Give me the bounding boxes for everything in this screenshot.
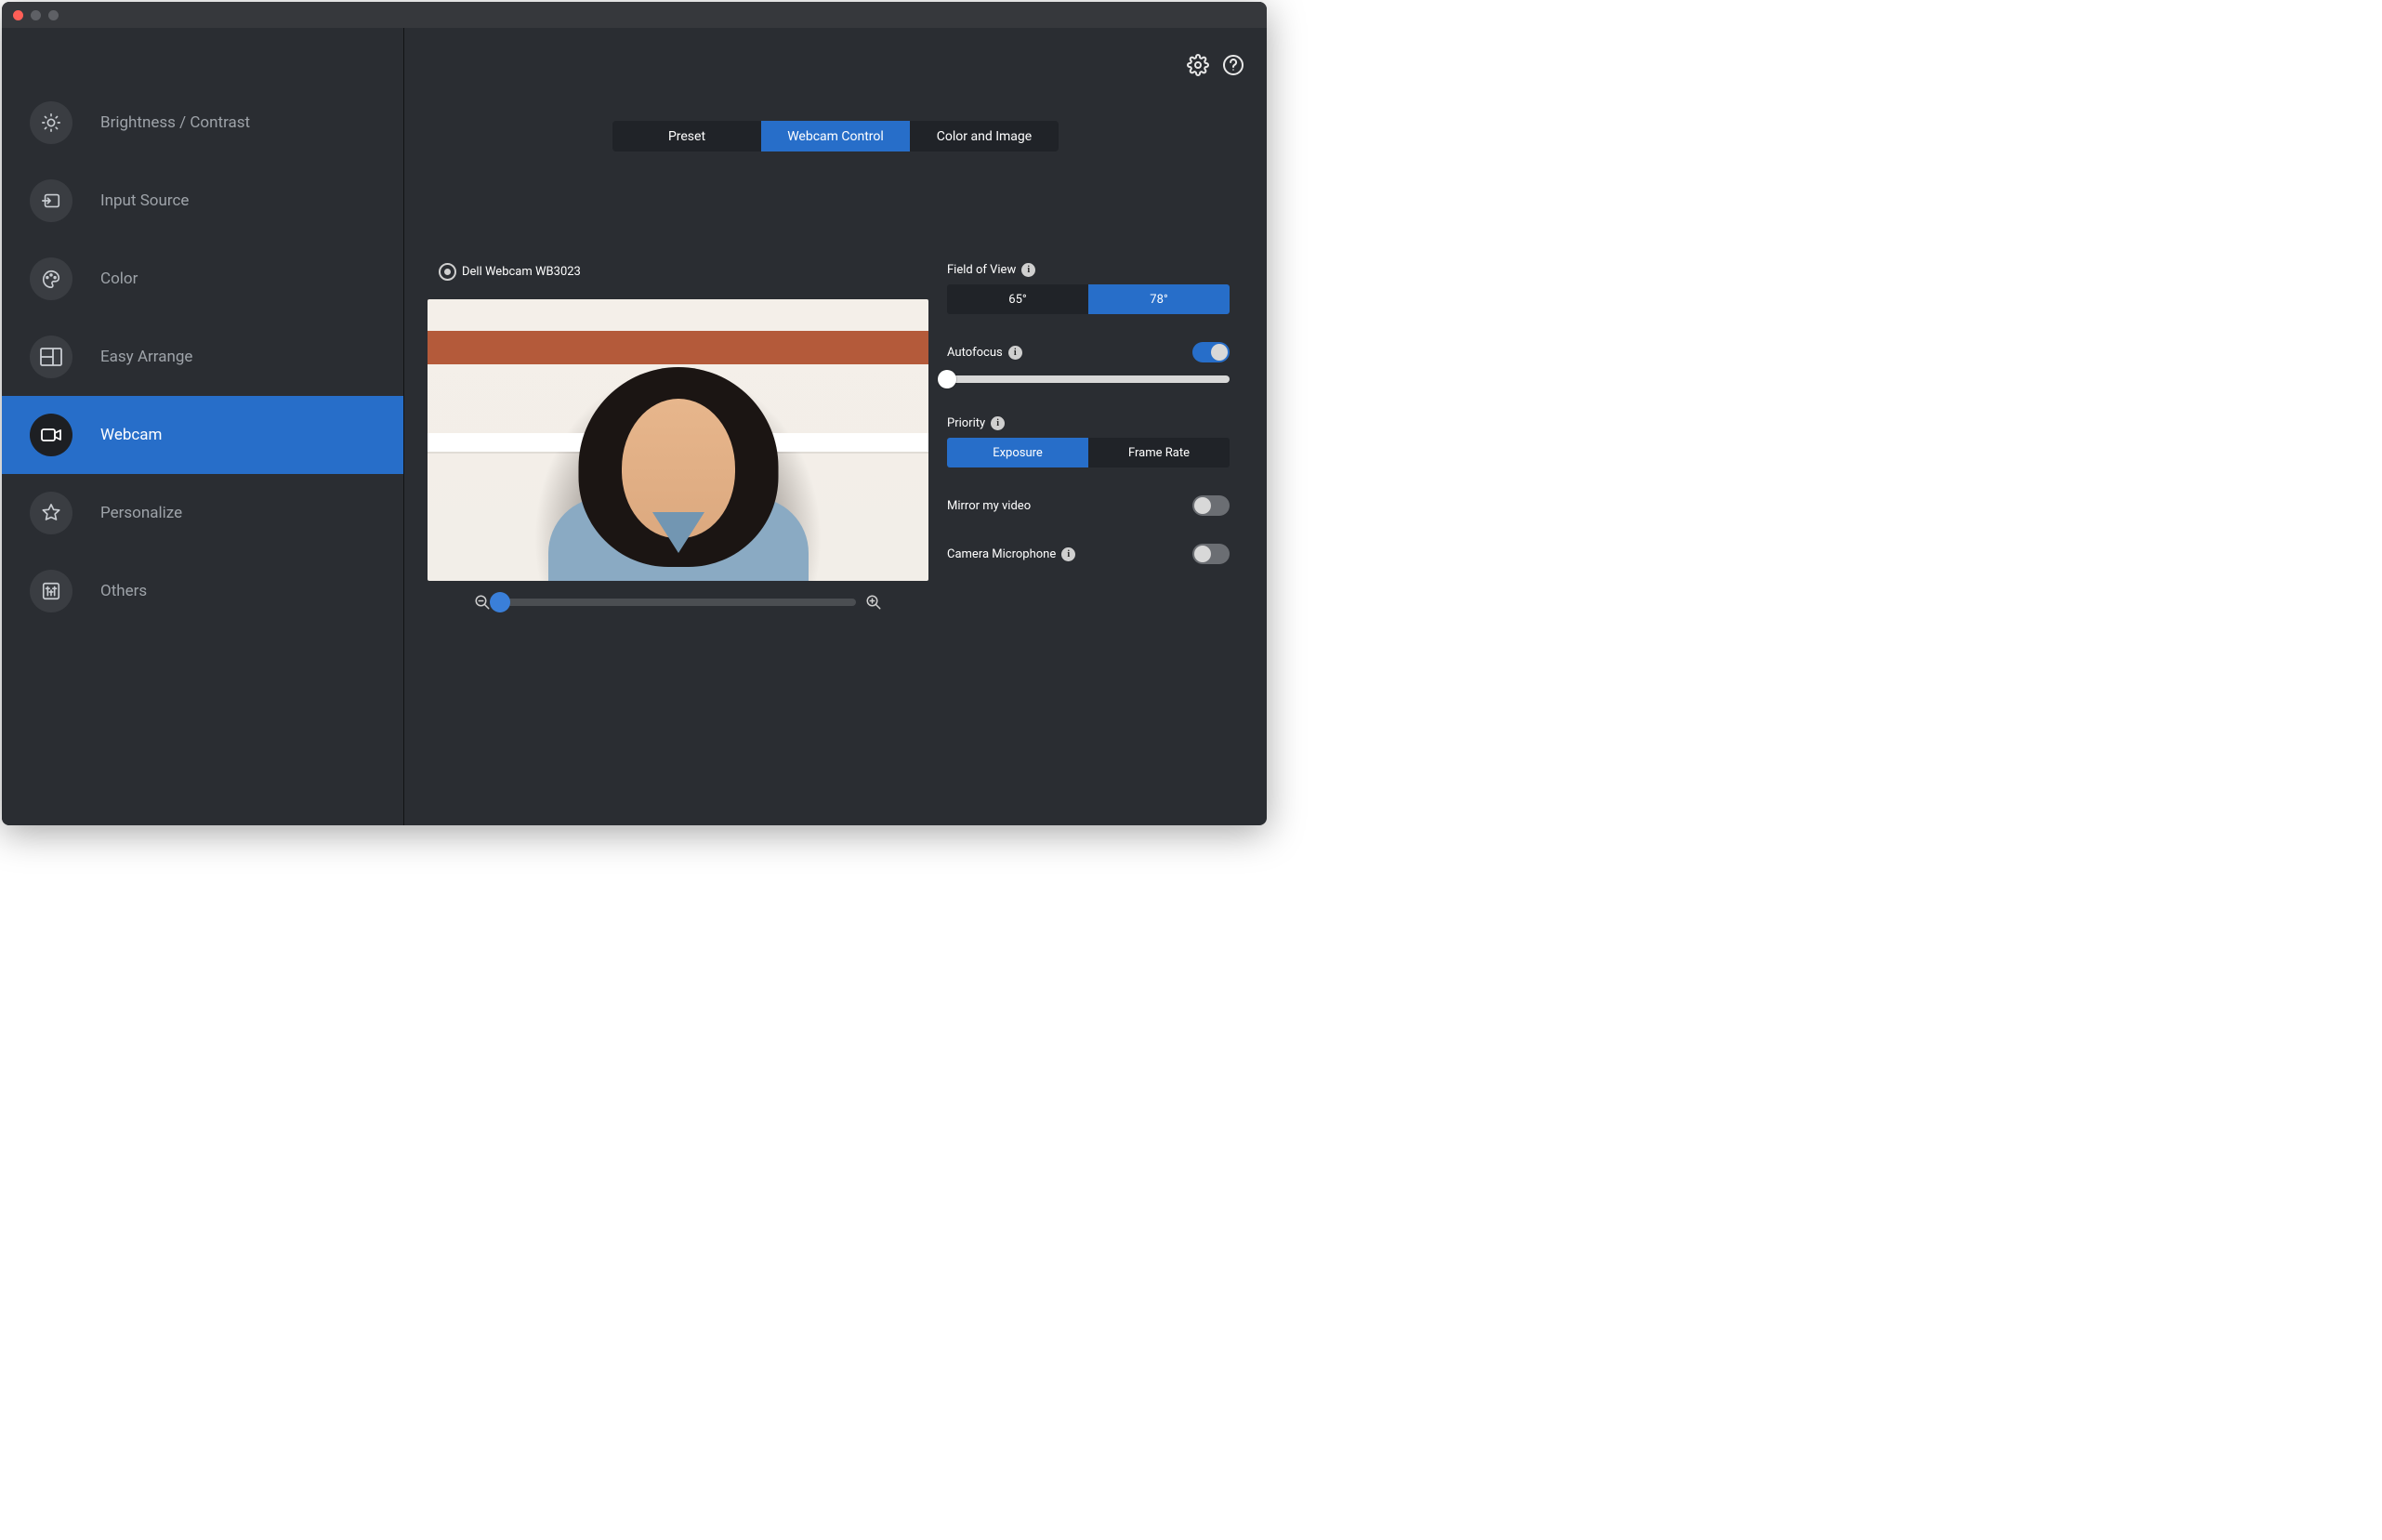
zoom-slider[interactable] <box>500 599 856 606</box>
mic-label-row: Camera Microphone i <box>947 547 1075 561</box>
sidebar-item-label: Input Source <box>100 191 189 210</box>
sidebar-item-label: Easy Arrange <box>100 348 192 366</box>
sidebar-item-label: Color <box>100 270 138 288</box>
others-icon <box>30 570 72 612</box>
sidebar-item-others[interactable]: Others <box>2 552 403 630</box>
sidebar-item-easy-arrange[interactable]: Easy Arrange <box>2 318 403 396</box>
tab-label: Webcam Control <box>787 129 884 144</box>
webcam-tabs: Preset Webcam Control Color and Image <box>612 121 1059 151</box>
priority-label: Priority <box>947 416 985 430</box>
sidebar-item-label: Personalize <box>100 504 182 522</box>
info-icon[interactable]: i <box>991 416 1005 430</box>
tab-preset[interactable]: Preset <box>612 121 761 151</box>
easy-arrange-icon <box>30 336 72 378</box>
camera-preview <box>428 299 928 581</box>
fov-option-78[interactable]: 78° <box>1088 284 1230 314</box>
mirror-toggle[interactable] <box>1192 495 1230 516</box>
input-source-icon <box>30 179 72 222</box>
webcam-icon <box>30 414 72 456</box>
info-icon[interactable]: i <box>1021 263 1035 277</box>
autofocus-label-row: Autofocus i <box>947 346 1022 360</box>
brightness-icon <box>30 101 72 144</box>
priority-option-frame-rate[interactable]: Frame Rate <box>1088 438 1230 467</box>
zoom-slider-row <box>428 594 928 611</box>
tab-label: Color and Image <box>937 129 1032 144</box>
fov-segmented: 65° 78° <box>947 284 1230 314</box>
tab-color-and-image[interactable]: Color and Image <box>910 121 1059 151</box>
settings-button[interactable] <box>1185 52 1211 78</box>
topbar <box>404 28 1267 102</box>
sidebar: Brightness / Contrast Input Source Color… <box>2 28 404 825</box>
info-icon[interactable]: i <box>1061 547 1075 561</box>
titlebar <box>2 2 1267 28</box>
tab-label: Preset <box>668 129 705 144</box>
priority-option-exposure[interactable]: Exposure <box>947 438 1088 467</box>
window-close-button[interactable] <box>13 10 23 20</box>
main-pane: Preset Webcam Control Color and Image De… <box>404 28 1267 825</box>
zoom-in-icon[interactable] <box>865 594 882 611</box>
color-icon <box>30 257 72 300</box>
info-icon[interactable]: i <box>1008 346 1022 360</box>
personalize-icon <box>30 492 72 534</box>
zoom-slider-thumb[interactable] <box>490 592 510 612</box>
focus-slider-thumb[interactable] <box>938 370 956 388</box>
fov-label-row: Field of View i <box>947 263 1230 277</box>
camera-mic-toggle[interactable] <box>1192 544 1230 564</box>
autofocus-label: Autofocus <box>947 346 1003 360</box>
sidebar-item-personalize[interactable]: Personalize <box>2 474 403 552</box>
camera-name-row: Dell Webcam WB3023 <box>439 263 928 281</box>
focus-slider[interactable] <box>947 375 1230 383</box>
camera-preview-person <box>539 358 818 581</box>
tab-webcam-control[interactable]: Webcam Control <box>761 121 910 151</box>
sidebar-item-input-source[interactable]: Input Source <box>2 162 403 240</box>
zoom-out-icon[interactable] <box>474 594 491 611</box>
sidebar-item-color[interactable]: Color <box>2 240 403 318</box>
window-maximize-button[interactable] <box>48 10 59 20</box>
sidebar-item-label: Webcam <box>100 426 162 444</box>
fov-option-label: 65° <box>1008 293 1026 307</box>
window-minimize-button[interactable] <box>31 10 41 20</box>
priority-option-label: Frame Rate <box>1128 446 1190 460</box>
app-window: Brightness / Contrast Input Source Color… <box>2 2 1267 825</box>
priority-option-label: Exposure <box>993 446 1043 460</box>
help-button[interactable] <box>1220 52 1246 78</box>
fov-label: Field of View <box>947 263 1016 277</box>
sidebar-item-webcam[interactable]: Webcam <box>2 396 403 474</box>
mirror-label: Mirror my video <box>947 499 1031 513</box>
camera-name: Dell Webcam WB3023 <box>462 265 581 279</box>
sidebar-item-brightness-contrast[interactable]: Brightness / Contrast <box>2 84 403 162</box>
fov-option-65[interactable]: 65° <box>947 284 1088 314</box>
mic-label: Camera Microphone <box>947 547 1056 561</box>
fov-option-label: 78° <box>1150 293 1167 307</box>
mirror-label-row: Mirror my video <box>947 499 1031 513</box>
priority-label-row: Priority i <box>947 416 1230 430</box>
sidebar-item-label: Brightness / Contrast <box>100 113 250 132</box>
camera-indicator-icon <box>439 263 456 281</box>
autofocus-toggle[interactable] <box>1192 342 1230 362</box>
priority-segmented: Exposure Frame Rate <box>947 438 1230 467</box>
sidebar-item-label: Others <box>100 582 147 600</box>
